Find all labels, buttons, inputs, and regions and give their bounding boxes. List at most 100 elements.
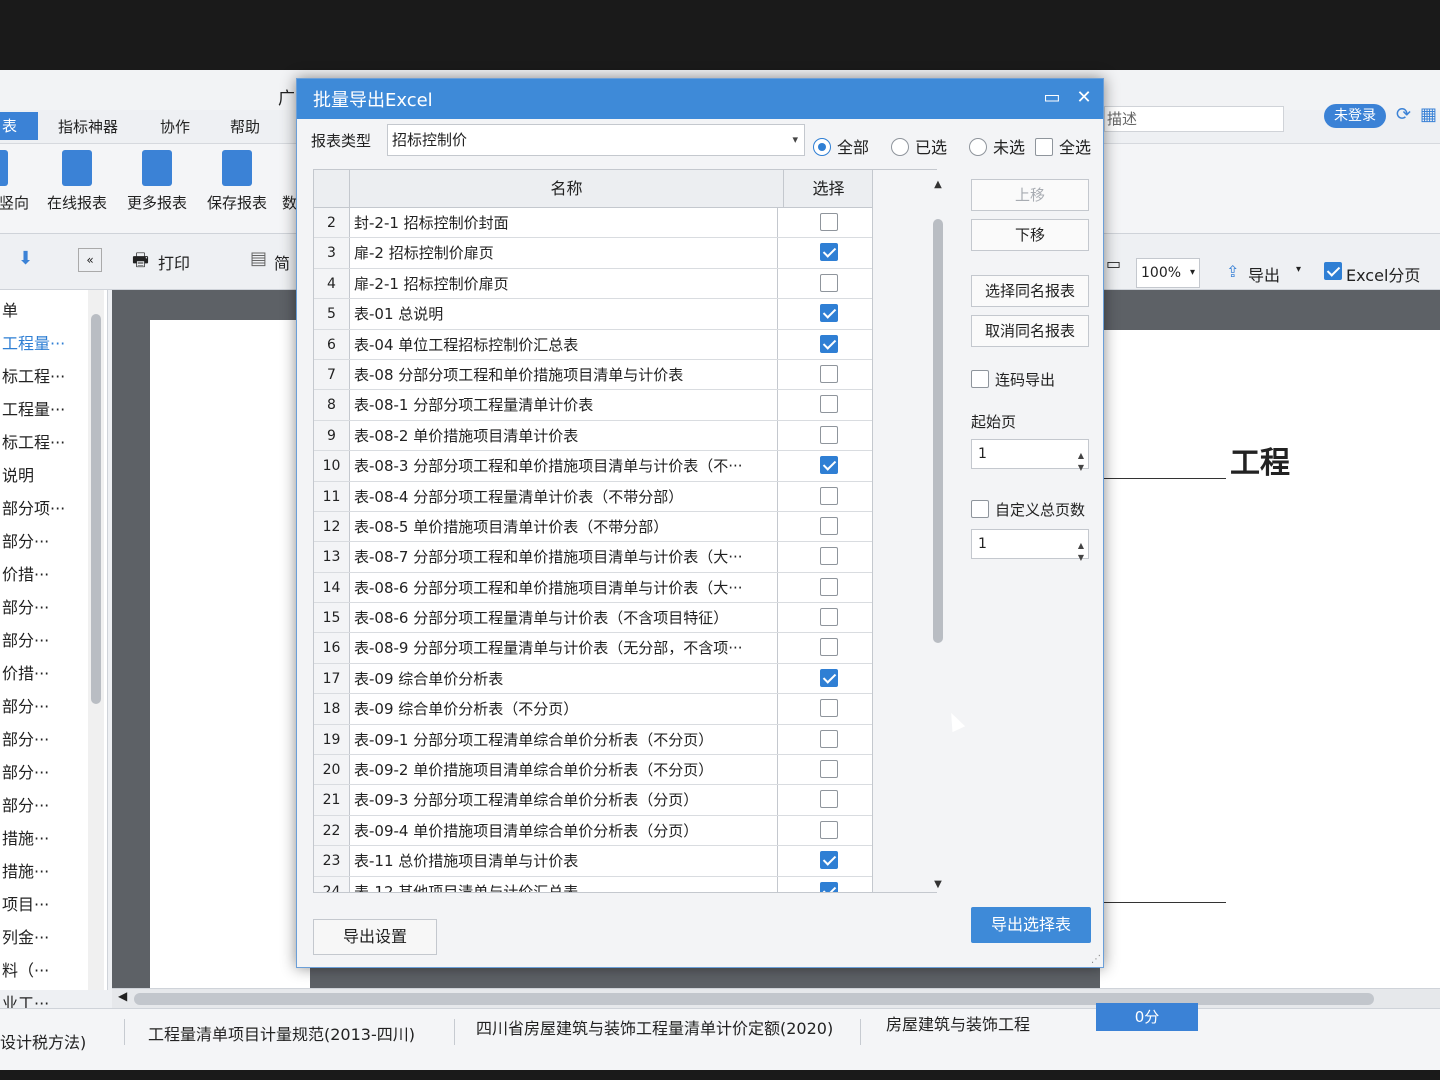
scroll-left-icon[interactable]: ◀ bbox=[118, 989, 127, 1003]
dialog-title-bar[interactable]: 批量导出Excel ▭ ✕ bbox=[297, 79, 1103, 119]
tree-item[interactable]: 说明 bbox=[0, 459, 88, 492]
table-row[interactable]: 6 表-04 单位工程招标控制价汇总表 bbox=[314, 329, 872, 360]
table-row[interactable]: 10 表-08-3 分部分项工程和单价措施项目清单与计价表（不··· bbox=[314, 451, 872, 482]
table-scrollbar[interactable]: ▲ ▼ bbox=[929, 179, 947, 893]
tree-item[interactable]: 部分··· bbox=[0, 525, 88, 558]
row-select-checkbox[interactable] bbox=[820, 364, 838, 383]
row-select-checkbox[interactable] bbox=[820, 486, 838, 505]
tree-item[interactable]: 项目··· bbox=[0, 888, 88, 921]
move-down-button[interactable]: 下移 bbox=[971, 219, 1089, 251]
menu-item-help[interactable]: 帮助 bbox=[230, 116, 260, 137]
continuous-export-checkbox[interactable]: 连码导出 bbox=[971, 369, 1055, 390]
tree-item[interactable]: 措施··· bbox=[0, 855, 88, 888]
table-row[interactable]: 19 表-09-1 分部分项工程清单综合单价分析表（不分页） bbox=[314, 724, 872, 756]
select-all-checkbox[interactable]: 全选 bbox=[1035, 134, 1091, 158]
tree-item[interactable]: 价措··· bbox=[0, 558, 88, 591]
start-page-spinner[interactable]: 1 ▲ ▼ bbox=[971, 439, 1089, 472]
tree-item[interactable]: 部分项··· bbox=[0, 492, 88, 525]
tree-item[interactable]: 标工程··· bbox=[0, 360, 88, 393]
total-pages-spinner[interactable]: 1 ▲ ▼ bbox=[971, 529, 1089, 562]
description-field[interactable]: 描述 bbox=[1104, 106, 1284, 132]
row-select-checkbox[interactable] bbox=[820, 516, 838, 535]
tree-item[interactable]: 措施··· bbox=[0, 822, 88, 855]
report-type-select[interactable]: 招标控制价 ▾ bbox=[387, 124, 805, 156]
login-badge[interactable]: 未登录 bbox=[1324, 104, 1386, 128]
filter-all-radio[interactable]: 全部 bbox=[813, 134, 869, 158]
export-button[interactable]: 导出 bbox=[1248, 262, 1280, 286]
row-select-checkbox[interactable] bbox=[820, 547, 838, 566]
table-row[interactable]: 23 表-11 总价措施项目清单与计价表 bbox=[314, 846, 872, 877]
vertical-button[interactable]: 竖向 bbox=[0, 150, 32, 213]
table-scrollbar-thumb[interactable] bbox=[933, 219, 943, 643]
row-select-checkbox[interactable] bbox=[820, 851, 838, 870]
table-row[interactable]: 9 表-08-2 单价措施项目清单计价表 bbox=[314, 420, 872, 452]
close-icon[interactable]: ✕ bbox=[1071, 85, 1097, 111]
tree-item[interactable]: 部分··· bbox=[0, 624, 88, 657]
scroll-down-icon[interactable]: ▼ bbox=[931, 879, 945, 893]
row-select-checkbox[interactable] bbox=[820, 729, 838, 748]
row-select-checkbox[interactable] bbox=[820, 638, 838, 657]
row-select-checkbox[interactable] bbox=[820, 820, 838, 839]
simple-view-button[interactable]: 简 bbox=[274, 250, 294, 274]
resize-grip-icon[interactable]: ⋰ bbox=[1091, 954, 1101, 965]
cancel-same-name-button[interactable]: 取消同名报表 bbox=[971, 315, 1089, 347]
table-row[interactable]: 24 表-12 其他项目清单与计价汇总表 bbox=[314, 876, 872, 892]
tree-item[interactable]: 部分··· bbox=[0, 690, 88, 723]
scroll-up-icon[interactable]: ▲ bbox=[931, 179, 945, 193]
row-select-checkbox[interactable] bbox=[820, 790, 838, 809]
custom-total-pages-checkbox[interactable]: 自定义总页数 bbox=[971, 499, 1085, 520]
row-select-checkbox[interactable] bbox=[820, 425, 838, 444]
table-row[interactable]: 4 扉-2-1 招标控制价扉页 bbox=[314, 268, 872, 300]
tree-item[interactable]: 部分··· bbox=[0, 789, 88, 822]
apps-grid-icon[interactable]: ▦ bbox=[1420, 104, 1437, 125]
row-select-checkbox[interactable] bbox=[820, 334, 838, 353]
excel-paging-checkbox[interactable] bbox=[1324, 262, 1342, 280]
row-select-checkbox[interactable] bbox=[820, 608, 838, 627]
export-selected-button[interactable]: 导出选择表 bbox=[971, 907, 1091, 943]
arrow-down-icon[interactable]: ⬇ bbox=[18, 248, 33, 269]
row-select-checkbox[interactable] bbox=[820, 668, 838, 687]
row-select-checkbox[interactable] bbox=[820, 213, 838, 231]
menu-item-report[interactable]: 表 bbox=[0, 112, 38, 140]
move-up-button[interactable]: 上移 bbox=[971, 179, 1089, 211]
menu-item-collaborate[interactable]: 协作 bbox=[160, 116, 190, 137]
tree-item[interactable]: 工程量··· bbox=[0, 393, 88, 426]
tree-item[interactable]: 标工程··· bbox=[0, 426, 88, 459]
table-row[interactable]: 22 表-09-4 单价措施项目清单综合单价分析表（分页） bbox=[314, 815, 872, 847]
data-button[interactable]: 数 bbox=[282, 150, 296, 213]
table-row[interactable]: 16 表-08-9 分部分项工程量清单与计价表（无分部，不含项··· bbox=[314, 633, 872, 664]
refresh-icon[interactable]: ⟳ bbox=[1396, 104, 1411, 125]
print-button[interactable]: 打印 bbox=[158, 250, 190, 274]
tree-item[interactable]: 价措··· bbox=[0, 657, 88, 690]
table-row[interactable]: 20 表-09-2 单价措施项目清单综合单价分析表（不分页） bbox=[314, 755, 872, 786]
row-select-checkbox[interactable] bbox=[820, 273, 838, 292]
table-row[interactable]: 8 表-08-1 分部分项工程量清单计价表 bbox=[314, 390, 872, 421]
row-select-checkbox[interactable] bbox=[820, 760, 838, 779]
table-row[interactable]: 18 表-09 综合单价分析表（不分页） bbox=[314, 694, 872, 725]
row-select-checkbox[interactable] bbox=[820, 395, 838, 414]
select-same-name-button[interactable]: 选择同名报表 bbox=[971, 275, 1089, 307]
row-select-checkbox[interactable] bbox=[820, 456, 838, 475]
page-layout-icon[interactable]: ▭ bbox=[1106, 254, 1121, 273]
table-row[interactable]: 13 表-08-7 分部分项工程和单价措施项目清单与计价表（大··· bbox=[314, 542, 872, 573]
table-row[interactable]: 12 表-08-5 单价措施项目清单计价表（不带分部） bbox=[314, 511, 872, 543]
table-row[interactable]: 15 表-08-6 分部分项工程量清单与计价表（不含项目特征） bbox=[314, 603, 872, 634]
table-row[interactable]: 11 表-08-4 分部分项工程量清单计价表（不带分部） bbox=[314, 481, 872, 512]
row-select-checkbox[interactable] bbox=[820, 304, 838, 323]
tree-item[interactable]: 部分··· bbox=[0, 723, 88, 756]
row-select-checkbox[interactable] bbox=[820, 243, 838, 262]
table-row[interactable]: 14 表-08-6 分部分项工程和单价措施项目清单与计价表（大··· bbox=[314, 572, 872, 604]
tree-item[interactable]: 单 bbox=[0, 294, 88, 327]
more-reports-button[interactable]: 更多报表 bbox=[122, 150, 192, 213]
spin-down-icon[interactable]: ▼ bbox=[1078, 544, 1084, 572]
filter-selected-radio[interactable]: 已选 bbox=[891, 134, 947, 158]
table-row[interactable]: 3 扉-2 招标控制价扉页 bbox=[314, 238, 872, 269]
row-select-checkbox[interactable] bbox=[820, 577, 838, 596]
tree-item[interactable]: 列金··· bbox=[0, 921, 88, 954]
tree-item[interactable]: 部分··· bbox=[0, 591, 88, 624]
tree-scrollbar-thumb[interactable] bbox=[91, 314, 101, 704]
export-dropdown-icon[interactable]: ▾ bbox=[1296, 264, 1301, 275]
row-select-checkbox[interactable] bbox=[820, 699, 838, 718]
zoom-select[interactable]: 100% ▾ bbox=[1136, 258, 1200, 288]
table-row[interactable]: 2 封-2-1 招标控制价封面 bbox=[314, 208, 872, 239]
